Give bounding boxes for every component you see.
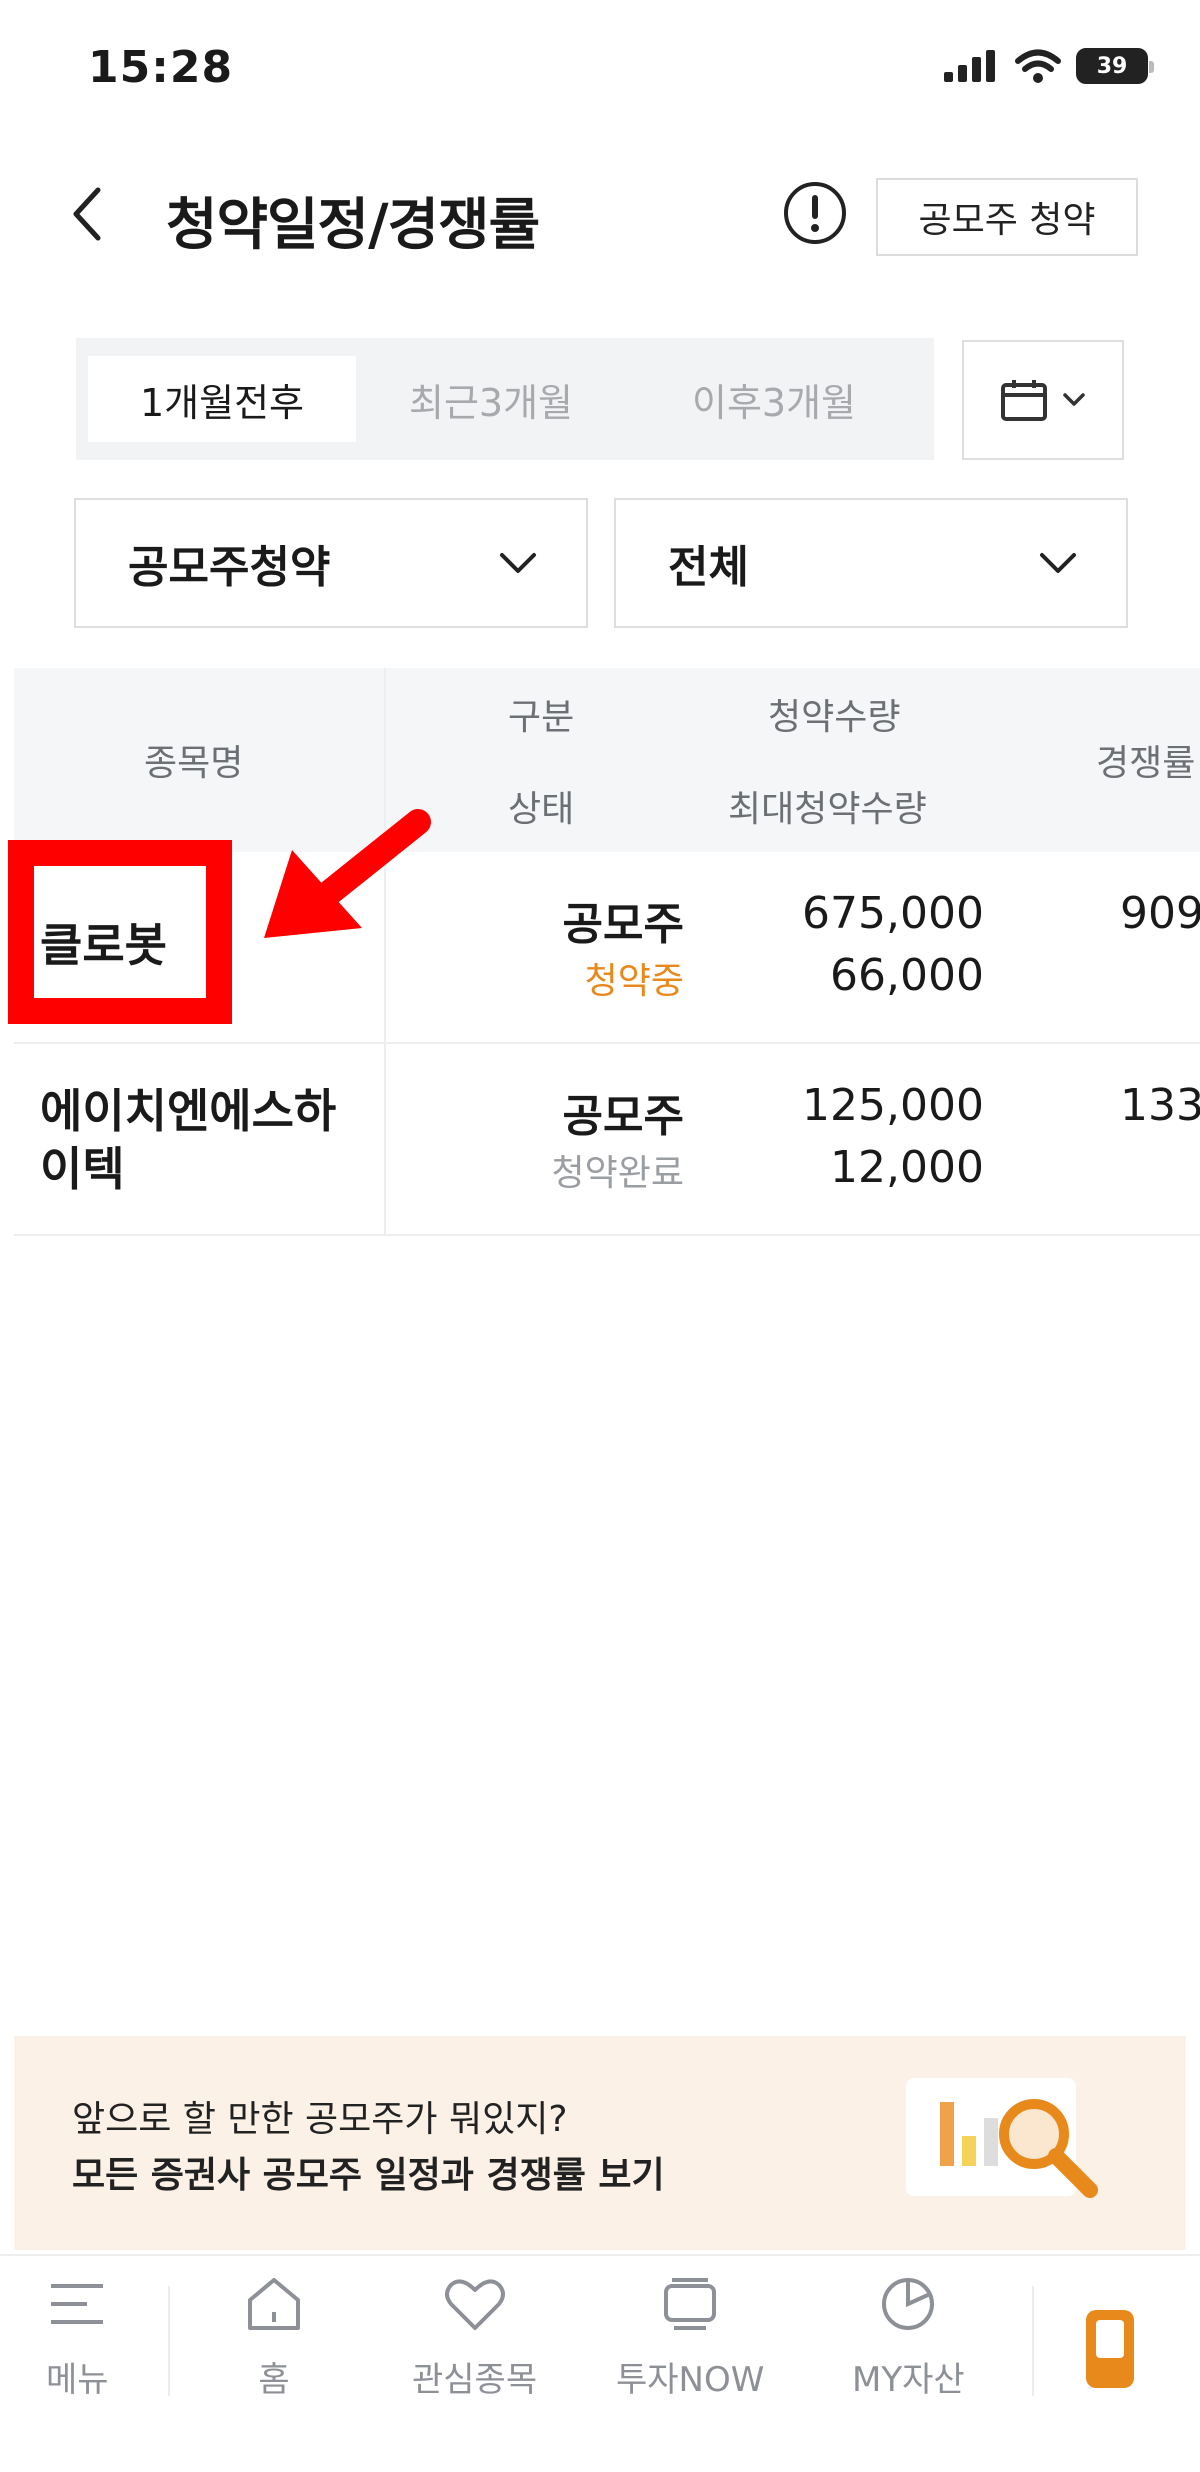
home-icon [248, 2278, 300, 2330]
nav-divider [1032, 2286, 1034, 2396]
tab-next-3months[interactable]: 이후3개월 [626, 356, 922, 442]
table-header: 종목명 구분 상태 청약수량 최대청약수량 경쟁률 [14, 668, 1200, 852]
nav-invest-now[interactable]: 투자NOW [616, 2276, 764, 2401]
nav-label: 메뉴 [46, 2360, 109, 2400]
column-header-name: 종목명 [144, 743, 244, 784]
nav-label: 홈 [258, 2360, 290, 2400]
chevron-left-icon [73, 187, 101, 241]
row-rate: 133 [1120, 1080, 1200, 1131]
chevron-down-icon [500, 553, 536, 573]
stock-name[interactable]: 에이치엔에스하 이텍 [40, 1082, 336, 1198]
tab-1month[interactable]: 1개월전후 [88, 356, 356, 442]
tv-icon [664, 2278, 717, 2330]
row-qty: 125,000 [802, 1080, 984, 1131]
menu-icon [51, 2284, 104, 2324]
row-max-qty: 66,000 [830, 950, 984, 1001]
column-header-status: 상태 [508, 789, 575, 830]
page-title: 청약일정/경쟁률 [166, 193, 540, 258]
row-rate: 909 [1120, 888, 1200, 939]
column-header-max-qty: 최대청약수량 [728, 789, 927, 830]
promo-banner[interactable]: 앞으로 할 만한 공모주가 뭐있지? 모든 증권사 공모주 일정과 경쟁률 보기 [14, 2036, 1186, 2250]
nav-my-assets[interactable]: MY자산 [852, 2276, 965, 2401]
nav-menu[interactable]: 메뉴 [46, 2276, 109, 2401]
status-bar: 15:28 39 [0, 0, 1200, 140]
back-button[interactable] [58, 182, 118, 246]
ipo-subscribe-button[interactable]: 공모주 청약 [876, 178, 1138, 256]
stock-name-line1: 에이치엔에스하 [40, 1084, 337, 1138]
tab-recent-3months[interactable]: 최근3개월 [356, 356, 626, 442]
battery-icon: 39 [1076, 48, 1154, 84]
type-select[interactable]: 공모주청약 [74, 498, 588, 628]
status-icons: 39 [942, 48, 1154, 84]
highlight-box [8, 840, 232, 1024]
nav-label: 관심종목 [412, 2360, 538, 2400]
chevron-down-icon [1040, 553, 1076, 573]
column-header-rate: 경쟁률 [1096, 743, 1196, 784]
nav-divider [168, 2286, 170, 2396]
period-tabs: 1개월전후 최근3개월 이후3개월 [76, 338, 934, 460]
table-row[interactable]: 에이치엔에스하 이텍 공모주 청약완료 125,000 12,000 133 [14, 1044, 1200, 1236]
status-select[interactable]: 전체 [614, 498, 1128, 628]
column-header-qty: 청약수량 [768, 697, 901, 738]
nav-watchlist[interactable]: 관심종목 [412, 2276, 537, 2401]
chevron-down-icon [1063, 393, 1085, 406]
stock-name-line2: 이텍 [40, 1142, 125, 1196]
row-type: 공모주 [562, 1091, 684, 1142]
annotation-arrow [264, 809, 431, 938]
column-header-type: 구분 [508, 697, 575, 738]
status-select-value: 전체 [668, 542, 749, 593]
info-button[interactable] [782, 180, 848, 246]
type-select-value: 공모주청약 [128, 542, 331, 593]
heart-icon [444, 2279, 505, 2330]
row-qty: 675,000 [802, 888, 984, 939]
status-time: 15:28 [88, 42, 234, 93]
signal-icon [944, 50, 995, 82]
banner-line2: 모든 증권사 공모주 일정과 경쟁률 보기 [72, 2155, 665, 2196]
banner-line1: 앞으로 할 만한 공모주가 뭐있지? [72, 2099, 568, 2140]
calendar-icon [1001, 380, 1047, 421]
pie-chart-icon [882, 2278, 935, 2330]
magnifier-chart-icon [906, 2078, 1098, 2198]
nav-app[interactable] [1084, 2308, 1136, 2390]
row-status: 청약중 [584, 961, 684, 1002]
phone-icon [1086, 2310, 1134, 2388]
calendar-button[interactable] [962, 340, 1124, 460]
row-max-qty: 12,000 [830, 1142, 984, 1193]
nav-label: MY자산 [852, 2360, 965, 2400]
nav-label: 투자NOW [616, 2360, 765, 2400]
nav-home[interactable]: 홈 [244, 2276, 304, 2401]
page-header: 청약일정/경쟁률 공모주 청약 [0, 160, 1200, 270]
wifi-icon [1015, 49, 1061, 83]
bottom-nav: 메뉴 홈 관심종목 투자NOW MY자산 [0, 2254, 1200, 2472]
info-icon [784, 182, 846, 244]
row-status: 청약완료 [551, 1153, 684, 1194]
